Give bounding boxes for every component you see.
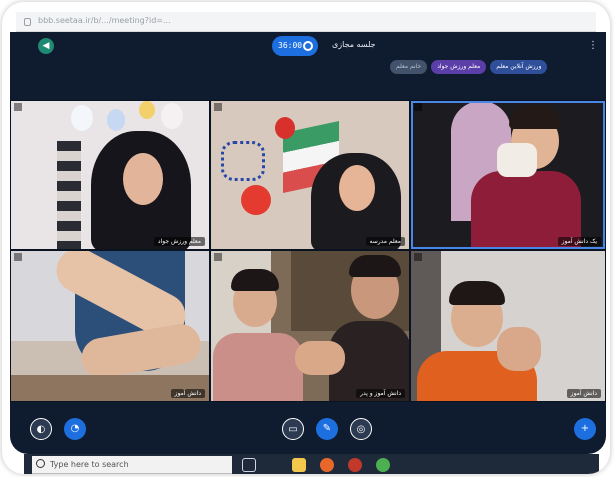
lock-icon <box>24 18 31 26</box>
participant-name: دانش آموز <box>170 389 205 398</box>
balloon-decoration <box>139 101 155 119</box>
man-hair <box>349 255 401 277</box>
user-list-toggle-icon[interactable]: ◀ <box>38 38 54 54</box>
plus-icon: + <box>580 423 590 434</box>
browser-address-bar[interactable]: bbb.seetaa.ir/b/.../meeting?id=... <box>16 12 596 32</box>
options-menu-icon[interactable]: ⋮ <box>588 40 598 51</box>
actions-icon: ◐ <box>36 424 46 435</box>
clasped-hands <box>497 327 541 371</box>
session-timer[interactable]: 36:00 <box>272 36 318 56</box>
layout-button[interactable]: ◔ <box>64 418 86 440</box>
mic-status-icon <box>14 253 22 261</box>
chrome-icon[interactable] <box>376 458 390 472</box>
video-tile[interactable]: دانش آموز <box>410 250 606 402</box>
wall-letters <box>221 141 265 181</box>
meeting-topbar: ◀ 36:00 جلسه مجازی ⋮ خانم معلم معلم ورزش… <box>10 32 606 84</box>
participant-name: معلم مدرسه <box>365 237 405 246</box>
mic-status-icon <box>14 103 22 111</box>
screenshot-frame: bbb.seetaa.ir/b/.../meeting?id=... ◀ 36:… <box>2 2 610 474</box>
video-grid: معلم ورزش جواد معلم مدرسه یک دانش آموز د… <box>10 100 606 406</box>
file-explorer-icon[interactable] <box>292 458 306 472</box>
presenter-chip[interactable]: خانم معلم <box>390 60 428 74</box>
video-tile[interactable]: دانش آموز <box>10 250 210 402</box>
screen-share-button[interactable]: ◎ <box>350 418 372 440</box>
mic-status-icon <box>214 253 222 261</box>
balloon-decoration <box>107 109 125 131</box>
task-view-icon[interactable] <box>242 458 256 472</box>
meeting-app: ◀ 36:00 جلسه مجازی ⋮ خانم معلم معلم ورزش… <box>10 32 606 454</box>
microphone-button[interactable]: ✎ <box>316 418 338 440</box>
search-placeholder: Type here to search <box>50 460 129 469</box>
active-speaker-border <box>411 101 605 249</box>
mic-status-icon <box>414 253 422 261</box>
camera-button[interactable]: ▭ <box>282 418 304 440</box>
url-text: bbb.seetaa.ir/b/.../meeting?id=... <box>38 16 171 25</box>
participant-name: دانش آموز و پدر <box>356 389 405 398</box>
participant-name: یک دانش آموز <box>557 237 601 246</box>
actions-button[interactable]: ◐ <box>30 418 52 440</box>
child-shirt <box>213 333 303 401</box>
presenter-chips: خانم معلم معلم ورزش جواد ورزش آنلاین معل… <box>390 60 548 74</box>
balloon-decoration <box>275 117 295 139</box>
windows-taskbar: Type here to search <box>24 454 599 474</box>
screen-share-icon: ◎ <box>356 424 366 435</box>
child-hair <box>449 281 505 305</box>
balloon-decoration <box>161 103 183 129</box>
microphone-icon: ✎ <box>322 423 332 434</box>
layout-icon: ◔ <box>70 423 80 434</box>
camera-icon: ▭ <box>288 424 298 435</box>
person-face <box>339 165 375 211</box>
balloon-decoration <box>71 105 93 131</box>
mic-status-icon <box>414 103 422 111</box>
firefox-icon[interactable] <box>320 458 334 472</box>
mic-status-icon <box>214 103 222 111</box>
presenter-chip[interactable]: معلم ورزش جواد <box>431 60 487 74</box>
meeting-controls: ◐ ◔ ▭ ✎ ◎ + <box>10 412 606 454</box>
video-tile-active-speaker[interactable]: یک دانش آموز <box>410 100 606 250</box>
wall-ornament <box>57 141 81 249</box>
participant-name: معلم ورزش جواد <box>153 237 205 246</box>
child-hair <box>231 269 279 291</box>
balloon-decoration <box>241 185 271 215</box>
video-tile[interactable]: معلم ورزش جواد <box>10 100 210 250</box>
taskbar-search-input[interactable]: Type here to search <box>32 456 232 474</box>
search-icon <box>36 459 45 468</box>
session-time-value: 36:00 <box>278 41 303 50</box>
app-icon[interactable] <box>348 458 362 472</box>
clasped-hands <box>295 341 345 375</box>
presenter-chip[interactable]: ورزش آنلاین معلم <box>490 60 548 74</box>
video-tile[interactable]: دانش آموز و پدر <box>210 250 410 402</box>
record-icon <box>303 41 313 51</box>
person-face <box>123 153 163 205</box>
participant-name: دانش آموز <box>566 389 601 398</box>
video-tile[interactable]: معلم مدرسه <box>210 100 410 250</box>
meeting-title: جلسه مجازی <box>332 40 376 49</box>
add-button[interactable]: + <box>574 418 596 440</box>
